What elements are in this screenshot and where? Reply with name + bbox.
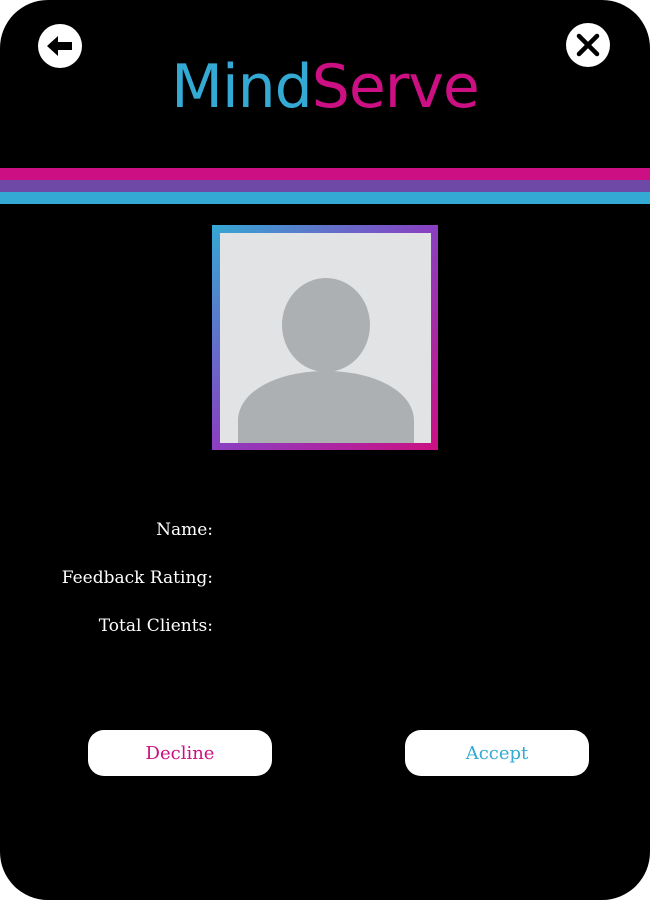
total-clients-label: Total Clients:	[98, 616, 213, 636]
header-stripe-magenta	[0, 168, 650, 180]
profile-photo	[220, 233, 431, 443]
logo-part-mind: Mind	[171, 52, 313, 122]
accept-button[interactable]: Accept	[405, 730, 589, 776]
name-label: Name:	[156, 520, 213, 540]
header-stripe-purple	[0, 180, 650, 192]
app-window: MindServe Name: Feedback Rating: Total C…	[0, 0, 650, 900]
user-placeholder-icon	[238, 278, 414, 443]
logo-part-serve: Serve	[311, 52, 480, 122]
feedback-rating-label: Feedback Rating:	[61, 568, 213, 588]
header-stripe-blue	[0, 192, 650, 204]
app-logo: MindServe	[0, 52, 650, 122]
profile-photo-frame	[212, 225, 438, 450]
decline-button[interactable]: Decline	[88, 730, 272, 776]
